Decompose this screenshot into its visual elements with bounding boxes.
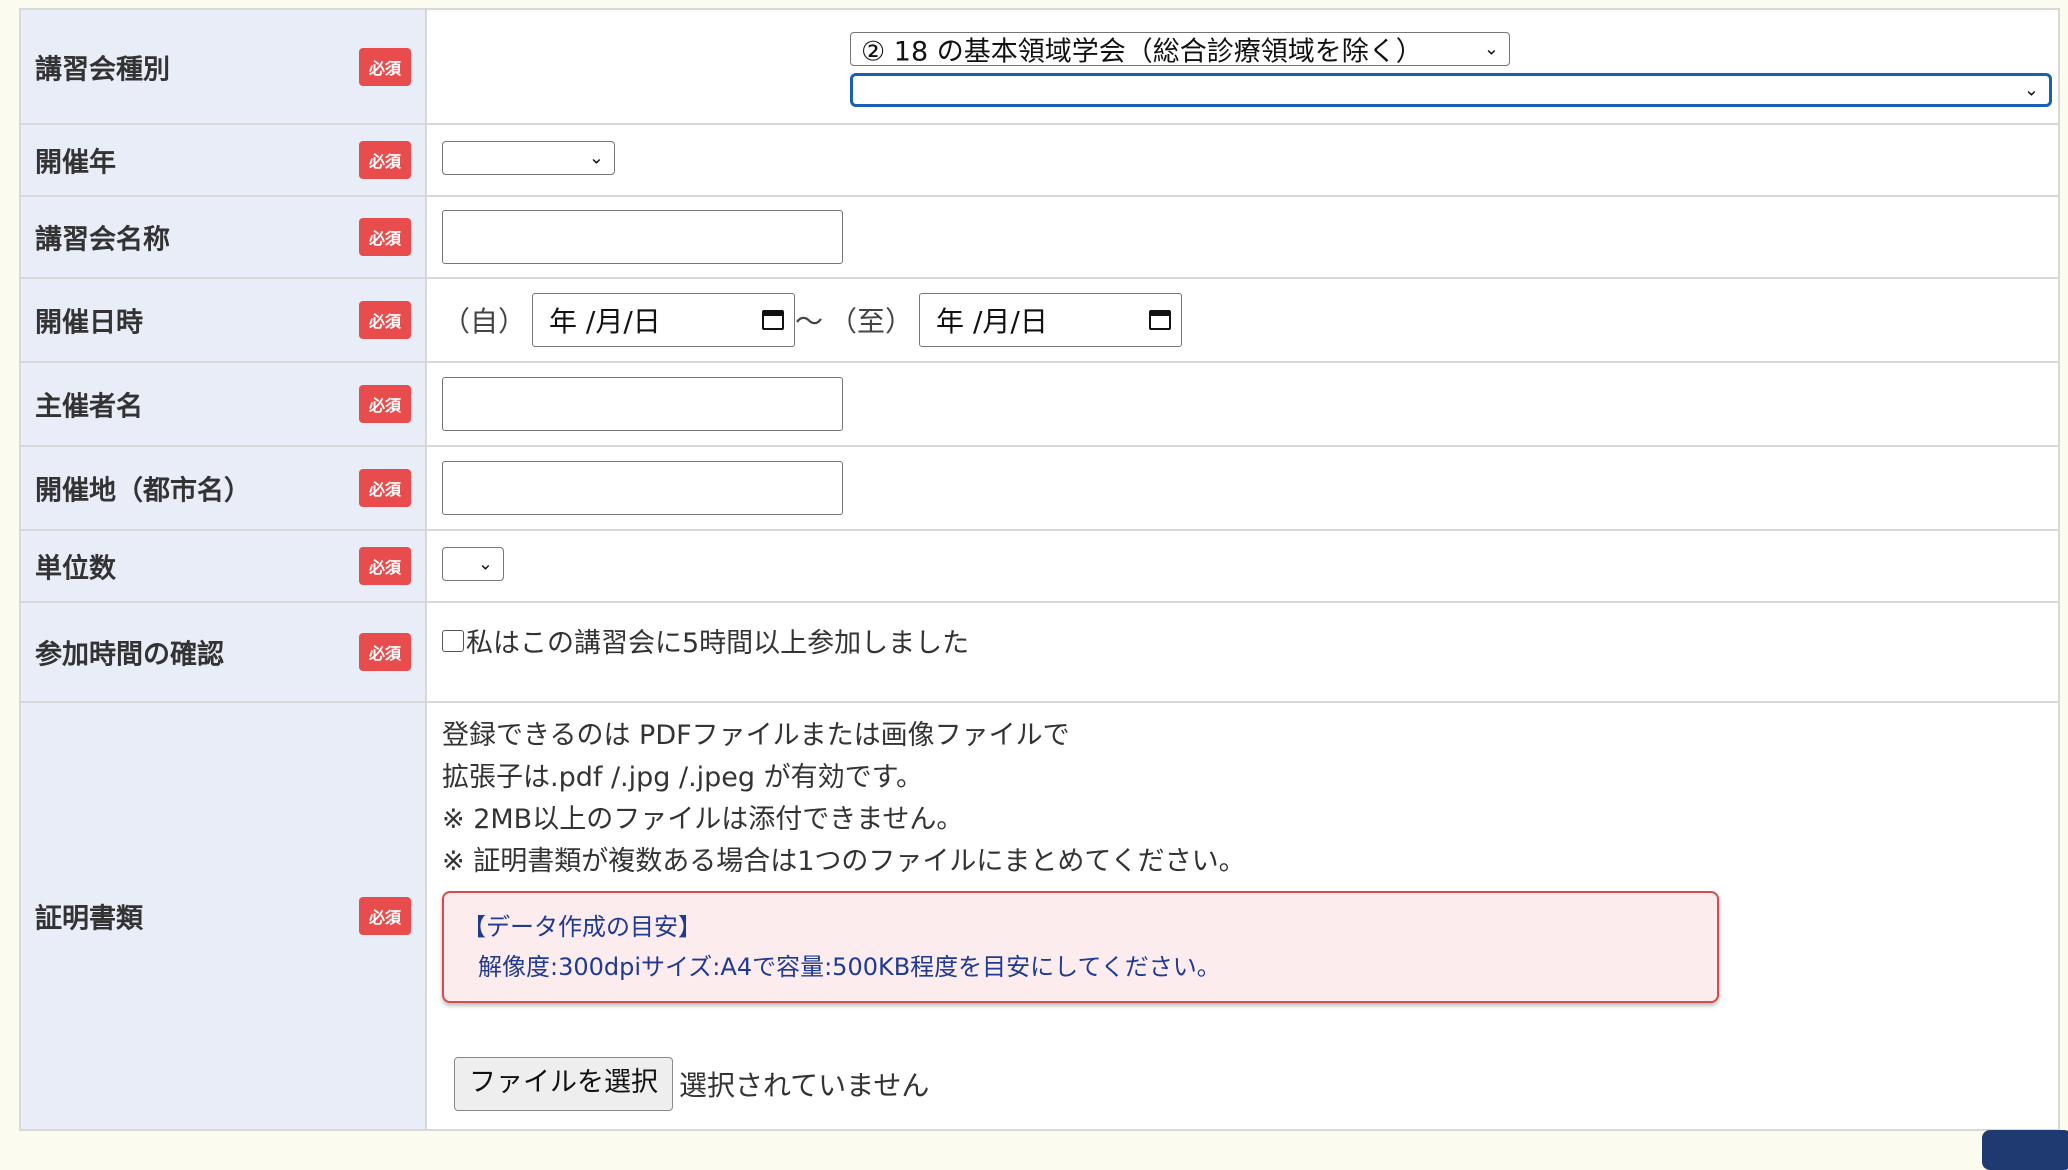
required-badge: 必須: [358, 469, 411, 507]
value-cell: [425, 195, 2060, 279]
venue-input[interactable]: [442, 461, 843, 515]
value-cell: ② 18 の基本領域学会（総合診療領域を除く） ⌄ ⌄: [425, 8, 2060, 125]
date-from-label: （自）: [442, 305, 527, 338]
choose-file-button[interactable]: ファイルを選択: [454, 1057, 673, 1111]
note-body: 解像度:300dpiサイズ:A4で容量:500KB程度を目安にしてください。: [478, 953, 1221, 981]
value-cell: 登録できるのは PDFファイルまたは画像ファイルで 拡張子は.pdf /.jpg…: [425, 701, 2060, 1131]
label-cell: 主催者名 必須: [19, 361, 427, 447]
registration-form-table: 講習会種別 必須 ② 18 の基本領域学会（総合診療領域を除く） ⌄ ⌄ 開催年…: [19, 8, 2060, 1131]
label-cell: 開催地（都市名） 必須: [19, 445, 427, 531]
value-cell: （自） 年 /月/日 〜（至） 年 /月/日: [425, 277, 2060, 363]
date-to-input[interactable]: 年 /月/日: [919, 293, 1183, 347]
seminar-subtype-select[interactable]: ⌄: [850, 73, 2052, 107]
value-cell: [425, 361, 2060, 447]
chevron-down-icon: ⌄: [1483, 38, 1499, 60]
label-cell: 参加時間の確認 必須: [19, 601, 427, 703]
value-cell: [425, 445, 2060, 531]
field-label: 証明書類: [35, 903, 143, 935]
field-label: 開催日時: [35, 307, 143, 339]
chevron-down-icon: ⌄: [588, 147, 604, 169]
required-badge: 必須: [358, 633, 411, 671]
chevron-down-icon: ⌄: [2023, 79, 2039, 101]
chevron-down-icon: ⌄: [477, 553, 493, 575]
organizer-input[interactable]: [442, 377, 843, 431]
units-select[interactable]: ⌄: [442, 547, 504, 581]
calendar-icon[interactable]: [1149, 310, 1172, 330]
field-label: 主催者名: [35, 391, 143, 423]
required-badge: 必須: [358, 301, 411, 339]
page-corner-button[interactable]: [1982, 1130, 2068, 1170]
row-year: 開催年 必須 ⌄: [19, 123, 2060, 197]
value-cell: ⌄: [425, 529, 2060, 603]
row-venue: 開催地（都市名） 必須: [19, 445, 2060, 531]
note-title: 【データ作成の目安】: [462, 913, 702, 941]
field-label: 開催地（都市名）: [35, 475, 251, 507]
label-cell: 開催日時 必須: [19, 277, 427, 363]
field-label: 開催年: [35, 147, 116, 179]
file-status-text: 選択されていません: [679, 1069, 930, 1102]
label-cell: 講習会名称 必須: [19, 195, 427, 279]
date-to-placeholder: 年 /月/日: [936, 305, 1048, 338]
date-to-label: （至）: [829, 305, 914, 338]
required-badge: 必須: [358, 547, 411, 585]
seminar-type-select[interactable]: ② 18 の基本領域学会（総合診療領域を除く） ⌄: [850, 32, 1510, 68]
instruction-line: 登録できるのは PDFファイルまたは画像ファイルで: [442, 720, 1070, 751]
instruction-line: 拡張子は.pdf /.jpg /.jpeg が有効です。: [442, 762, 923, 793]
label-cell: 証明書類 必須: [19, 701, 427, 1131]
certificate-instructions: 登録できるのは PDFファイルまたは画像ファイルで 拡張子は.pdf /.jpg…: [442, 715, 2058, 883]
field-label: 参加時間の確認: [35, 639, 224, 671]
date-range-separator: 〜: [795, 305, 824, 338]
row-certificate: 証明書類 必須 登録できるのは PDFファイルまたは画像ファイルで 拡張子は.p…: [19, 701, 2060, 1131]
row-units: 単位数 必須 ⌄: [19, 529, 2060, 603]
label-cell: 開催年 必須: [19, 123, 427, 197]
instruction-line: ※ 2MB以上のファイルは添付できません。: [442, 804, 964, 835]
required-badge: 必須: [358, 897, 411, 935]
field-label: 講習会種別: [35, 54, 170, 85]
attendance-checkbox-label[interactable]: 私はこの講習会に5時間以上参加しました: [466, 628, 969, 659]
value-cell: 私はこの講習会に5時間以上参加しました: [425, 601, 2060, 703]
date-from-placeholder: 年 /月/日: [549, 305, 661, 338]
label-cell: 単位数 必須: [19, 529, 427, 603]
value-cell: ⌄: [425, 123, 2060, 197]
seminar-name-input[interactable]: [442, 210, 843, 264]
required-badge: 必須: [358, 385, 411, 423]
row-attendance: 参加時間の確認 必須 私はこの講習会に5時間以上参加しました: [19, 601, 2060, 703]
row-dates: 開催日時 必須 （自） 年 /月/日 〜（至） 年 /月/日: [19, 277, 2060, 363]
date-from-input[interactable]: 年 /月/日: [532, 293, 796, 347]
file-upload-row: ファイルを選択 選択されていません: [442, 1057, 2058, 1111]
field-label: 講習会名称: [35, 224, 170, 256]
instruction-line: ※ 証明書類が複数ある場合は1つのファイルにまとめてください。: [442, 846, 1246, 877]
required-badge: 必須: [358, 141, 411, 179]
label-cell: 講習会種別 必須: [19, 8, 427, 125]
year-select[interactable]: ⌄: [442, 141, 615, 175]
required-badge: 必須: [358, 218, 411, 256]
required-badge: 必須: [358, 47, 411, 86]
calendar-icon[interactable]: [762, 310, 785, 330]
seminar-type-selected: ② 18 の基本領域学会（総合診療領域を除く）: [861, 36, 1423, 68]
attendance-checkbox[interactable]: [442, 629, 464, 652]
row-organizer: 主催者名 必須: [19, 361, 2060, 447]
field-label: 単位数: [35, 553, 116, 585]
row-seminar-type: 講習会種別 必須 ② 18 の基本領域学会（総合診療領域を除く） ⌄ ⌄: [19, 8, 2060, 125]
row-seminar-name: 講習会名称 必須: [19, 195, 2060, 279]
data-guideline-note: 【データ作成の目安】 解像度:300dpiサイズ:A4で容量:500KB程度を目…: [442, 891, 1719, 1003]
